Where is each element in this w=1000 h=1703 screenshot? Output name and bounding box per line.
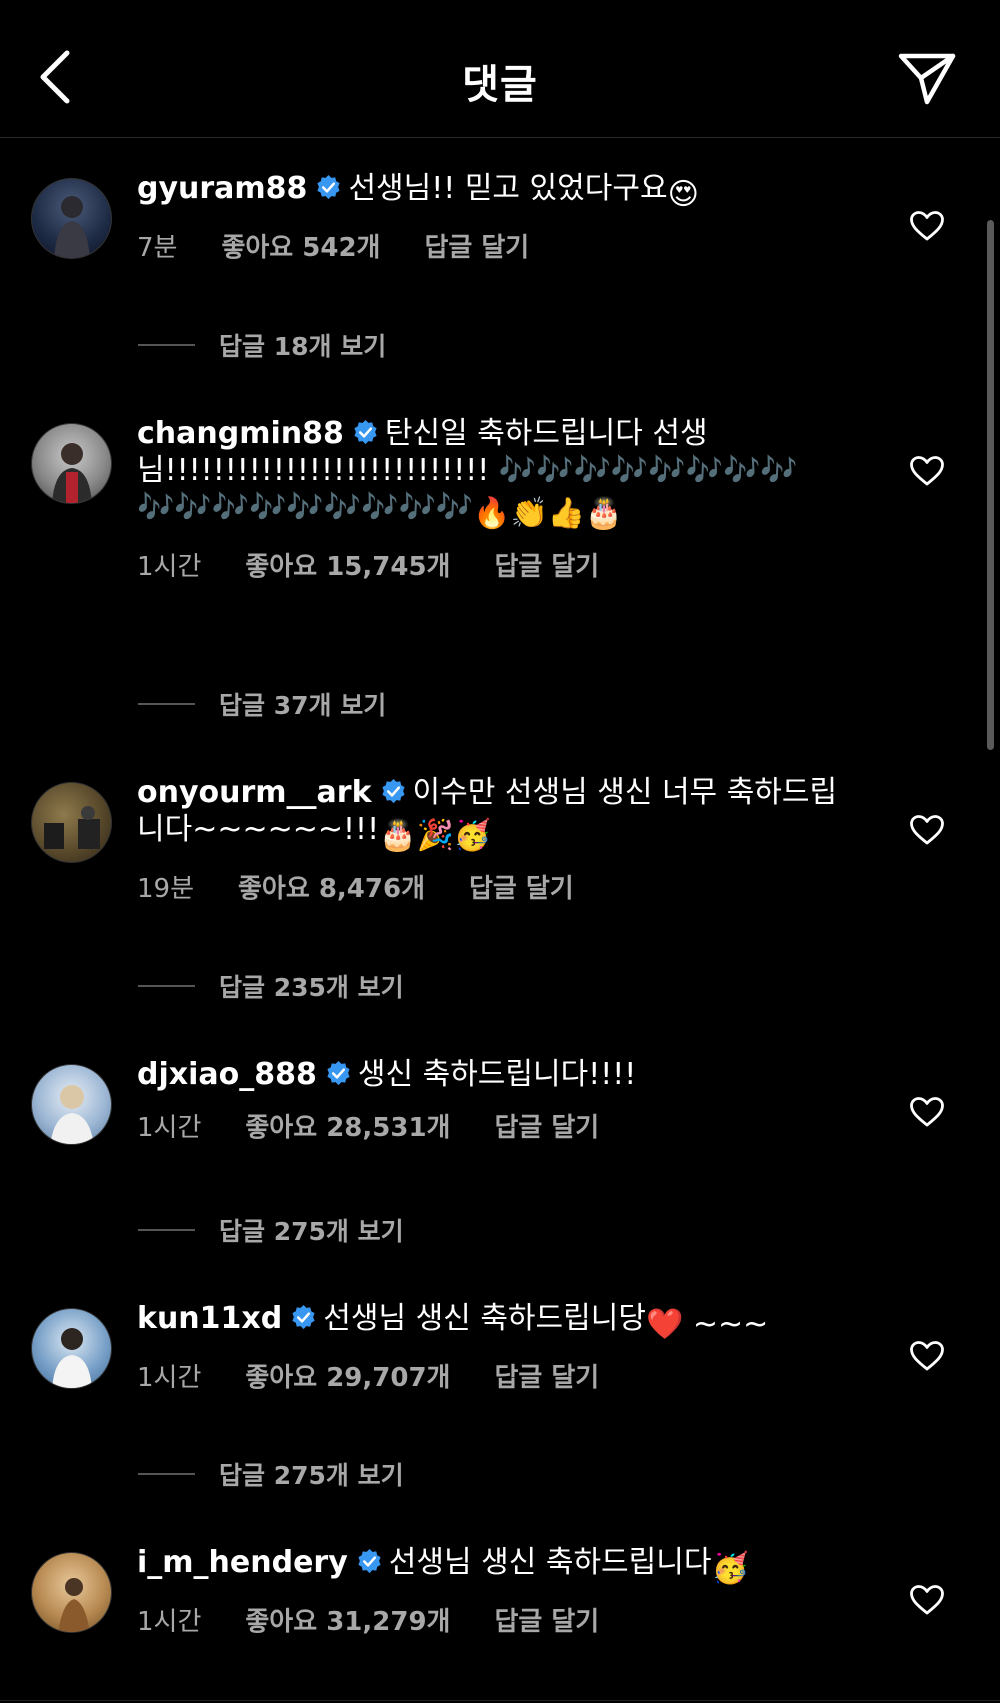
comment-time: 7분	[137, 233, 178, 263]
comment-username[interactable]: gyuram88	[137, 171, 307, 206]
share-button[interactable]	[894, 50, 960, 108]
view-replies-label: 답글 235개 보기	[219, 973, 404, 1002]
heart-icon[interactable]	[909, 1340, 945, 1372]
heart-icon[interactable]	[909, 1584, 945, 1616]
view-replies-button[interactable]: 답글 275개 보기	[138, 1456, 404, 1492]
avatar-image	[52, 443, 92, 503]
comment-username[interactable]: changmin88	[137, 416, 344, 451]
view-replies-label: 답글 275개 보기	[219, 1217, 404, 1246]
paper-plane-icon	[898, 53, 956, 105]
emoji: 🎂🎉🥳	[379, 818, 492, 853]
reply-button[interactable]: 답글 달기	[424, 227, 529, 264]
avatar-image	[50, 1085, 94, 1144]
view-replies-label: 답글 37개 보기	[219, 691, 387, 720]
heart-icon[interactable]	[909, 210, 945, 242]
comment-time: 1시간	[137, 552, 202, 582]
comment-body: 생신 축하드립니다!!!!	[357, 1057, 637, 1092]
comment-username[interactable]: i_m_hendery	[137, 1545, 348, 1580]
reply-button[interactable]: 답글 달기	[494, 1357, 599, 1394]
comment-text: onyourm__ark 이수만 선생님 생신 너무 축하드립니다~~~~~~!!…	[137, 774, 857, 854]
heart-icon[interactable]	[909, 455, 945, 487]
comment-username[interactable]: onyourm__ark	[137, 775, 372, 810]
reply-button[interactable]: 답글 달기	[494, 546, 599, 583]
comment-time: 1시간	[137, 1607, 202, 1637]
avatar[interactable]	[31, 1064, 112, 1145]
bottom-divider	[0, 1700, 1000, 1701]
emoji: 😍	[667, 177, 699, 212]
avatar-image	[44, 806, 100, 849]
divider-line	[138, 703, 195, 705]
verified-badge-icon	[292, 1304, 315, 1330]
divider-line	[138, 985, 195, 987]
view-replies-button[interactable]: 답글 235개 보기	[138, 968, 404, 1004]
avatar-image	[58, 1578, 90, 1632]
verified-badge-icon	[381, 778, 405, 804]
verified-badge-icon	[358, 1548, 381, 1574]
avatar-image	[52, 1328, 92, 1388]
verified-badge-icon	[354, 419, 377, 445]
emoji: ❤️ ~~~	[645, 1307, 769, 1342]
view-replies-label: 답글 18개 보기	[219, 332, 387, 361]
comment-time: 19분	[137, 874, 195, 904]
comment-username[interactable]: djxiao_888	[137, 1057, 317, 1092]
divider-line	[138, 344, 195, 346]
scrollbar[interactable]	[987, 220, 994, 750]
comment-time: 1시간	[137, 1363, 202, 1393]
comment-time: 1시간	[137, 1113, 202, 1143]
comment-text: kun11xd 선생님 생신 축하드립니당 ❤️ ~~~	[137, 1300, 857, 1343]
verified-badge-icon	[317, 174, 341, 200]
likes-count[interactable]: 좋아요 542개	[221, 227, 380, 264]
heart-icon[interactable]	[909, 814, 945, 846]
likes-count[interactable]: 좋아요 8,476개	[238, 868, 425, 905]
comment-body: 선생님!! 믿고 있었다구요	[348, 171, 668, 206]
avatar[interactable]	[31, 178, 112, 259]
comment-body: 선생님 생신 축하드립니당	[323, 1301, 646, 1336]
page-title: 댓글	[462, 62, 538, 108]
likes-count[interactable]: 좋아요 15,745개	[245, 546, 450, 583]
comment-body: 선생님 생신 축하드립니다	[388, 1545, 712, 1580]
reply-button[interactable]: 답글 달기	[494, 1601, 599, 1638]
view-replies-button[interactable]: 답글 18개 보기	[138, 327, 386, 363]
emoji: 🥳	[711, 1551, 749, 1586]
avatar[interactable]	[31, 423, 112, 504]
comment-text: gyuram88 선생님!! 믿고 있었다구요😍	[137, 170, 857, 213]
likes-count[interactable]: 좋아요 31,279개	[245, 1601, 450, 1638]
avatar[interactable]	[31, 782, 112, 863]
divider-line	[138, 1473, 195, 1475]
reply-button[interactable]: 답글 달기	[494, 1107, 599, 1144]
reply-button[interactable]: 답글 달기	[469, 868, 574, 905]
avatar-image	[54, 196, 90, 258]
comment-text: i_m_hendery 선생님 생신 축하드립니다🥳	[137, 1544, 857, 1587]
divider-line	[138, 1229, 195, 1231]
likes-count[interactable]: 좋아요 29,707개	[245, 1357, 450, 1394]
heart-icon[interactable]	[909, 1096, 945, 1128]
view-replies-label: 답글 275개 보기	[219, 1461, 404, 1490]
likes-count[interactable]: 좋아요 28,531개	[245, 1107, 450, 1144]
comment-text: djxiao_888 생신 축하드립니다!!!!	[137, 1056, 857, 1093]
comment-username[interactable]: kun11xd	[137, 1301, 282, 1336]
comment-text: changmin88 탄신일 축하드립니다 선생님!!!!!!!!!!!!!!!!…	[137, 415, 857, 532]
verified-badge-icon	[327, 1060, 350, 1086]
view-replies-button[interactable]: 답글 37개 보기	[138, 686, 386, 722]
avatar[interactable]	[31, 1552, 112, 1633]
emoji: 🔥👏👍🎂	[473, 496, 623, 531]
avatar[interactable]	[31, 1308, 112, 1389]
header-bar: 댓글	[0, 0, 1000, 138]
view-replies-button[interactable]: 답글 275개 보기	[138, 1212, 404, 1248]
